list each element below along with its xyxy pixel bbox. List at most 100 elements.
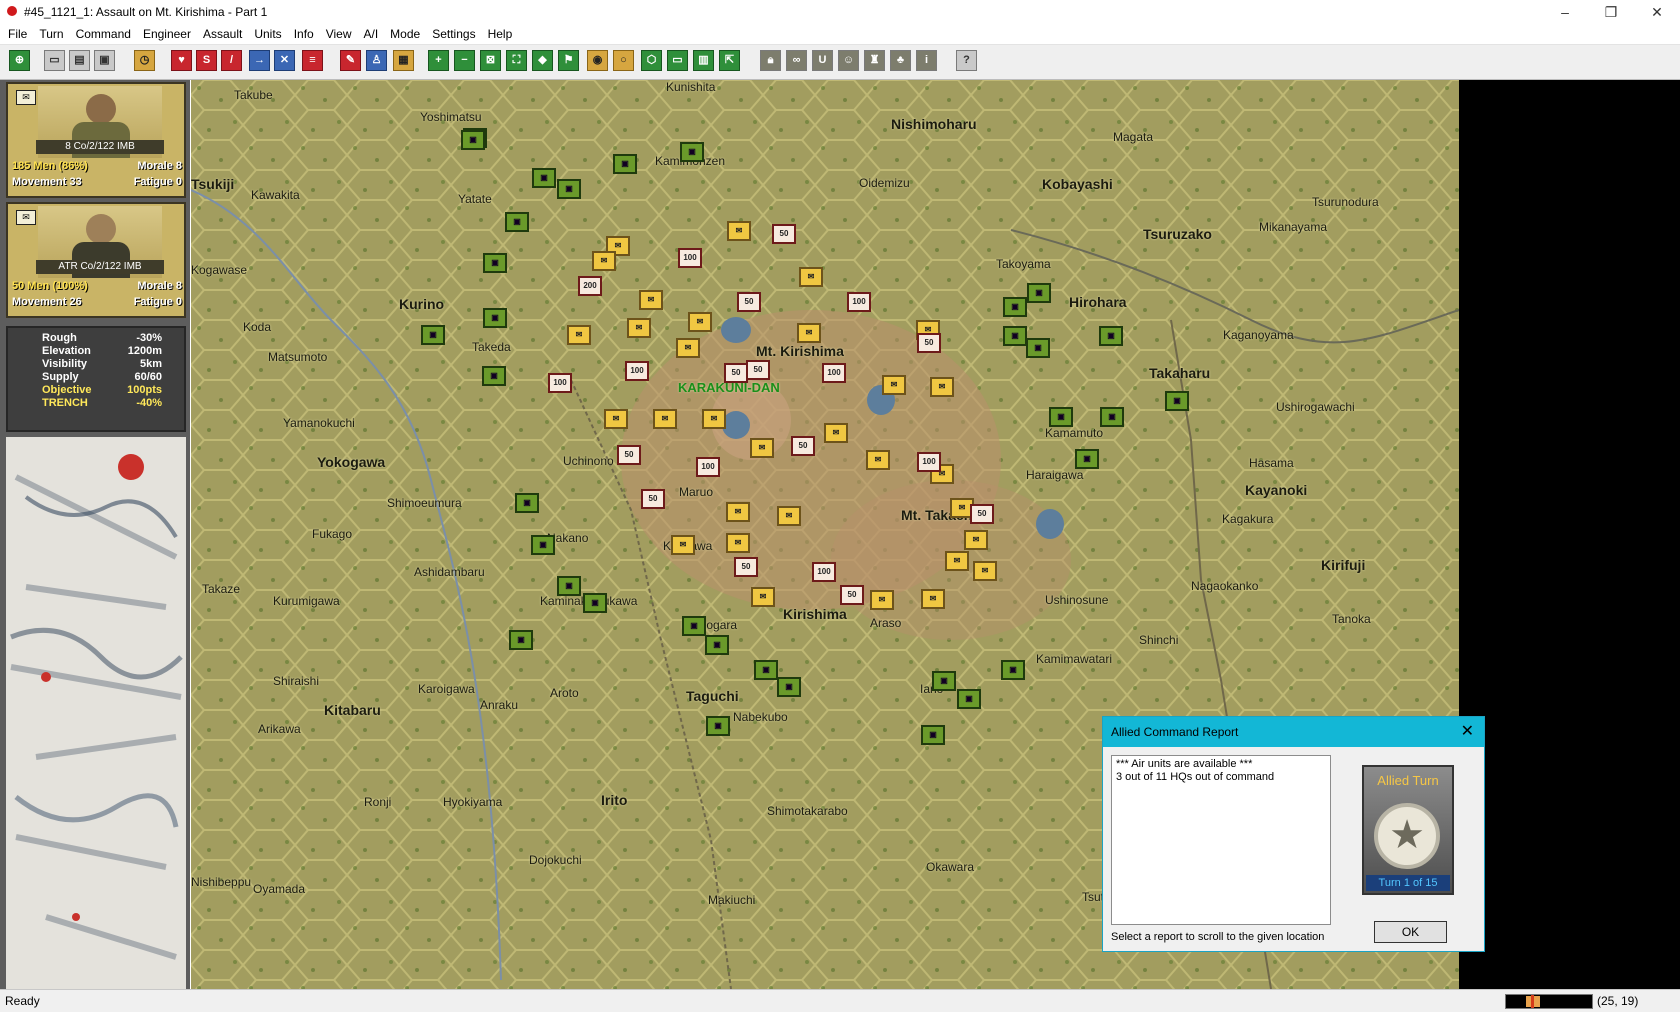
japanese-unit-counter[interactable]: 200 xyxy=(578,276,602,296)
menu-mode[interactable]: Mode xyxy=(384,24,426,44)
japanese-unit-counter[interactable]: 100 xyxy=(847,292,871,312)
zoom-box-icon[interactable]: ⊠ xyxy=(480,50,501,71)
allied-unit-counter[interactable]: ▣ xyxy=(1003,326,1027,346)
menu-view[interactable]: View xyxy=(320,24,358,44)
japanese-unit-counter[interactable]: ✉ xyxy=(702,409,726,429)
japanese-unit-counter[interactable]: 100 xyxy=(625,361,649,381)
allied-unit-counter[interactable]: ▣ xyxy=(1027,283,1051,303)
menu-ai[interactable]: A/I xyxy=(358,24,385,44)
map-tool-icon[interactable]: ▥ xyxy=(693,50,714,71)
menu-turn[interactable]: Turn xyxy=(33,24,69,44)
menu-units[interactable]: Units xyxy=(248,24,287,44)
japanese-unit-counter[interactable]: 100 xyxy=(696,457,720,477)
map-icon[interactable]: ▦ xyxy=(393,50,414,71)
japanese-unit-counter[interactable]: 50 xyxy=(791,436,815,456)
japanese-unit-counter[interactable]: 50 xyxy=(737,292,761,312)
allied-unit-counter[interactable]: ▣ xyxy=(932,671,956,691)
japanese-unit-counter[interactable]: ✉ xyxy=(726,533,750,553)
japanese-unit-counter[interactable]: ✉ xyxy=(726,502,750,522)
japanese-unit-counter[interactable]: 50 xyxy=(641,489,665,509)
allied-unit-counter[interactable]: ▣ xyxy=(509,630,533,650)
allied-unit-counter[interactable]: ▣ xyxy=(1165,391,1189,411)
report-line[interactable]: *** Air units are available *** xyxy=(1116,758,1326,771)
fortress-icon[interactable]: ♜ xyxy=(864,50,885,71)
allied-unit-counter[interactable]: ▣ xyxy=(957,689,981,709)
report-line[interactable]: 3 out of 11 HQs out of command xyxy=(1116,771,1326,784)
crosshair-icon[interactable]: ⊕ xyxy=(9,50,30,71)
allied-unit-counter[interactable]: ▣ xyxy=(557,179,581,199)
japanese-unit-counter[interactable]: 100 xyxy=(822,363,846,383)
japanese-unit-counter[interactable]: ✉ xyxy=(688,312,712,332)
menu-info[interactable]: Info xyxy=(288,24,320,44)
maximize-button[interactable]: ❐ xyxy=(1588,0,1634,24)
japanese-unit-counter[interactable]: ✉ xyxy=(751,587,775,607)
allied-unit-counter[interactable]: ▣ xyxy=(1026,338,1050,358)
japanese-unit-counter[interactable]: ✉ xyxy=(592,251,616,271)
menu-settings[interactable]: Settings xyxy=(426,24,481,44)
ok-button[interactable]: OK xyxy=(1374,921,1447,943)
japanese-unit-counter[interactable]: ✉ xyxy=(797,323,821,343)
japanese-unit-counter[interactable]: ✉ xyxy=(921,589,945,609)
allied-unit-counter[interactable]: ▣ xyxy=(1049,407,1073,427)
help-icon[interactable]: ? xyxy=(956,50,977,71)
plus-icon[interactable]: + xyxy=(428,50,449,71)
allied-unit-counter[interactable]: ▣ xyxy=(461,130,485,150)
japanese-unit-counter[interactable]: ✉ xyxy=(870,590,894,610)
japanese-unit-counter[interactable]: ✉ xyxy=(727,221,751,241)
japanese-unit-counter[interactable]: 50 xyxy=(970,504,994,524)
allied-unit-counter[interactable]: ▣ xyxy=(1099,326,1123,346)
allied-unit-counter[interactable]: ▣ xyxy=(483,253,507,273)
japanese-unit-counter[interactable]: ✉ xyxy=(750,438,774,458)
menu-help[interactable]: Help xyxy=(482,24,519,44)
flag-icon[interactable]: ⚑ xyxy=(558,50,579,71)
japanese-unit-counter[interactable]: 50 xyxy=(840,585,864,605)
lock-icon[interactable]: 🔒︎ xyxy=(760,50,781,71)
zoom-fit-icon[interactable]: ⛶ xyxy=(506,50,527,71)
japanese-unit-counter[interactable]: ✉ xyxy=(930,377,954,397)
japanese-unit-counter[interactable]: 50 xyxy=(772,224,796,244)
japanese-unit-counter[interactable]: ✉ xyxy=(945,551,969,571)
allied-unit-counter[interactable]: ▣ xyxy=(1100,407,1124,427)
allied-unit-counter[interactable]: ▣ xyxy=(680,142,704,162)
allied-unit-counter[interactable]: ▣ xyxy=(421,325,445,345)
japanese-unit-counter[interactable]: 50 xyxy=(724,363,748,383)
allied-unit-counter[interactable]: ▣ xyxy=(1003,297,1027,317)
info-icon[interactable]: i xyxy=(916,50,937,71)
japanese-unit-counter[interactable]: ✉ xyxy=(866,450,890,470)
allied-unit-counter[interactable]: ▣ xyxy=(532,168,556,188)
allied-unit-counter[interactable]: ▣ xyxy=(706,716,730,736)
allied-unit-counter[interactable]: ▣ xyxy=(682,616,706,636)
open-icon[interactable]: ▭ xyxy=(44,50,65,71)
report-list[interactable]: *** Air units are available *** 3 out of… xyxy=(1111,755,1331,925)
japanese-unit-counter[interactable]: ✉ xyxy=(567,325,591,345)
allied-unit-counter[interactable]: ▣ xyxy=(921,725,945,745)
folder-icon[interactable]: ▤ xyxy=(69,50,90,71)
japanese-unit-counter[interactable]: ✉ xyxy=(824,423,848,443)
list-icon[interactable]: ≡ xyxy=(302,50,323,71)
allied-unit-counter[interactable]: ▣ xyxy=(777,677,801,697)
japanese-unit-counter[interactable]: ✉ xyxy=(973,561,997,581)
allied-unit-counter[interactable]: ▣ xyxy=(705,635,729,655)
eye-icon[interactable]: ◉ xyxy=(587,50,608,71)
japanese-unit-counter[interactable]: ✉ xyxy=(653,409,677,429)
japanese-unit-counter[interactable]: 50 xyxy=(734,557,758,577)
allied-unit-counter[interactable]: ▣ xyxy=(1001,660,1025,680)
jump-icon[interactable]: ⇱ xyxy=(719,50,740,71)
japanese-unit-counter[interactable]: ✉ xyxy=(777,506,801,526)
save-icon[interactable]: ▣ xyxy=(94,50,115,71)
close-button[interactable]: ✕ xyxy=(1634,0,1680,24)
allied-unit-counter[interactable]: ▣ xyxy=(583,593,607,613)
tree-icon[interactable]: ♣ xyxy=(890,50,911,71)
japanese-unit-counter[interactable]: ✉ xyxy=(882,375,906,395)
japanese-unit-counter[interactable]: ✉ xyxy=(799,267,823,287)
unit-card[interactable]: ✉ ATR Co/2/122 IMB 50 Men (100%) Morale … xyxy=(6,202,186,318)
allied-unit-counter[interactable]: ▣ xyxy=(483,308,507,328)
minus-icon[interactable]: − xyxy=(454,50,475,71)
japanese-unit-counter[interactable]: 50 xyxy=(917,333,941,353)
japanese-unit-counter[interactable]: 50 xyxy=(746,360,770,380)
tool-icon[interactable]: ✎ xyxy=(340,50,361,71)
japanese-unit-counter[interactable]: 100 xyxy=(548,373,572,393)
s-icon[interactable]: S xyxy=(196,50,217,71)
menu-assault[interactable]: Assault xyxy=(197,24,248,44)
japanese-unit-counter[interactable]: 50 xyxy=(617,445,641,465)
